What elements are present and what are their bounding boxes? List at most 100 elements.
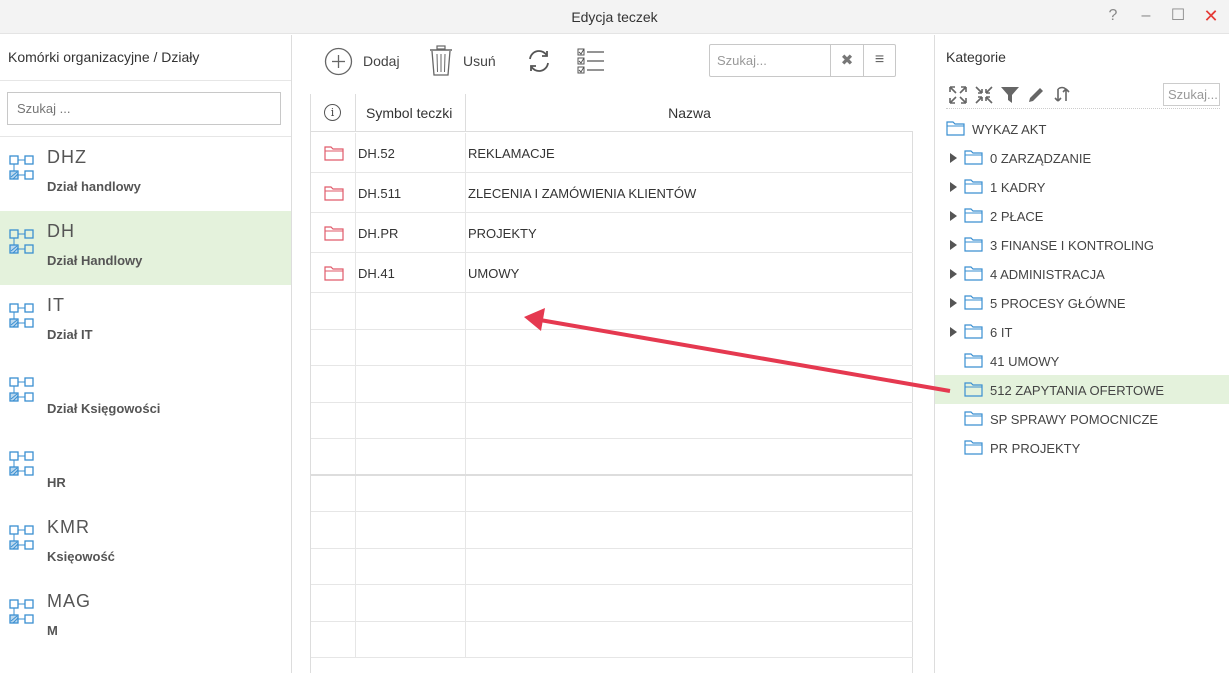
folder-symbol-cell: DH.PR <box>356 213 466 252</box>
categories-header: Kategorie <box>946 49 1006 65</box>
expand-arrow-icon[interactable] <box>950 269 957 279</box>
search-menu-button[interactable]: ≡ <box>863 45 895 76</box>
sync-icon[interactable] <box>1052 85 1072 105</box>
org-unit-code: IT <box>47 295 65 315</box>
column-header-name[interactable]: Nazwa <box>466 94 913 132</box>
table-row[interactable]: DH.41 UMOWY <box>311 253 913 293</box>
folder-icon <box>964 179 983 197</box>
table-row[interactable]: DH.52 REKLAMACJE <box>311 133 913 173</box>
empty-table-row <box>311 402 913 439</box>
plus-circle-icon <box>324 47 353 75</box>
category-label: 4 ADMINISTRACJA <box>990 267 1105 282</box>
column-header-symbol[interactable]: Symbol teczki <box>356 94 466 132</box>
category-tree-node[interactable]: 41 UMOWY <box>935 346 1229 375</box>
category-tree-node[interactable]: SP SPRAWY POMOCNICZE <box>935 404 1229 433</box>
categories-search-input[interactable]: Szukaj... <box>1163 83 1220 106</box>
org-structure-icon <box>9 377 35 403</box>
clear-search-button[interactable]: ✖ <box>830 45 863 76</box>
category-label: 512 ZAPYTANIA OFERTOWE <box>990 383 1165 398</box>
org-unit-name: Dział Księgowości <box>47 401 161 416</box>
org-unit-item[interactable]: Dział Księgowości <box>0 359 291 433</box>
add-button-label: Dodaj <box>363 53 400 69</box>
expand-arrow-icon[interactable] <box>950 298 957 308</box>
expand-arrow-icon[interactable] <box>950 327 957 337</box>
app-window: Edycja teczek ? – ☐ ✕ Komórki organizacy… <box>0 0 1229 673</box>
collapse-all-icon[interactable] <box>974 85 994 105</box>
org-structure-icon <box>9 525 35 551</box>
folder-name-cell: PROJEKTY <box>468 226 537 241</box>
org-search-input[interactable] <box>7 92 281 125</box>
checklist-icon <box>577 48 604 74</box>
org-structure-icon <box>9 229 35 255</box>
maximize-button[interactable]: ☐ <box>1167 6 1189 28</box>
org-unit-item[interactable]: DH Dział Handlowy <box>0 211 291 285</box>
category-tree-node[interactable]: WYKAZ AKT <box>935 114 1229 143</box>
folders-toolbar: Dodaj Usuń Szukaj... ✖ ≡ <box>293 35 934 91</box>
category-tree-node[interactable]: 2 PŁACE <box>935 201 1229 230</box>
minimize-button[interactable]: – <box>1135 6 1157 28</box>
org-unit-item[interactable]: DHZ Dział handlowy <box>0 137 291 211</box>
folder-symbol-cell: DH.52 <box>356 133 466 172</box>
category-label: 2 PŁACE <box>990 209 1044 224</box>
org-unit-code: DH <box>47 221 75 241</box>
category-tree-node[interactable]: PR PROJEKTY <box>935 433 1229 462</box>
categories-panel: Kategorie Szukaj... WYKAZ AKT 0 ZARZĄDZAN… <box>934 35 1229 673</box>
org-units-list: DHZ Dział handlowy DH Dział Handlowy IT Dział… <box>0 137 291 655</box>
category-label: 5 PROCESY GŁÓWNE <box>990 296 1126 311</box>
org-structure-icon <box>9 599 35 625</box>
empty-table-row <box>311 329 913 366</box>
folder-name-cell: REKLAMACJE <box>468 146 555 161</box>
expand-all-icon[interactable] <box>948 85 968 105</box>
expand-arrow-icon[interactable] <box>950 240 957 250</box>
org-unit-item[interactable]: HR <box>0 433 291 507</box>
empty-table-row <box>311 585 913 622</box>
expand-arrow-icon[interactable] <box>950 153 957 163</box>
add-button[interactable]: Dodaj <box>324 44 400 78</box>
category-tree-node[interactable]: 0 ZARZĄDZANIE <box>935 143 1229 172</box>
categories-divider <box>946 108 1220 109</box>
folders-search-input[interactable]: Szukaj... <box>717 53 767 68</box>
org-unit-name: Dział Handlowy <box>47 253 143 268</box>
folder-icon <box>324 225 344 246</box>
org-structure-icon <box>9 155 35 181</box>
org-unit-item[interactable]: IT Dział IT <box>0 285 291 359</box>
folder-icon <box>964 266 983 284</box>
info-column-header[interactable]: i <box>311 94 356 132</box>
category-tree-node[interactable]: 512 ZAPYTANIA OFERTOWE <box>935 375 1229 404</box>
folders-panel: Dodaj Usuń Szukaj... ✖ ≡ i Symbol teczki… <box>293 35 934 673</box>
category-tree-node[interactable]: 1 KADRY <box>935 172 1229 201</box>
table-row[interactable]: DH.511 ZLECENIA I ZAMÓWIENIA KLIENTÓW <box>311 173 913 213</box>
category-tree-node[interactable]: 3 FINANSE I KONTROLING <box>935 230 1229 259</box>
category-tree-node[interactable]: 6 IT <box>935 317 1229 346</box>
category-label: 0 ZARZĄDZANIE <box>990 151 1092 166</box>
filter-icon[interactable] <box>1000 85 1020 105</box>
org-unit-item[interactable]: MAG M <box>0 581 291 655</box>
delete-button-label: Usuń <box>463 53 496 69</box>
close-button[interactable]: ✕ <box>1200 6 1222 28</box>
info-icon: i <box>324 104 341 121</box>
refresh-button[interactable] <box>526 44 552 78</box>
folder-icon <box>324 185 344 206</box>
category-tree-node[interactable]: 4 ADMINISTRACJA <box>935 259 1229 288</box>
org-units-panel: Komórki organizacyjne / Działy DHZ Dział … <box>0 35 292 673</box>
table-row[interactable]: DH.PR PROJEKTY <box>311 213 913 253</box>
expand-arrow-icon[interactable] <box>950 211 957 221</box>
org-unit-name: HR <box>47 475 66 490</box>
expand-arrow-icon[interactable] <box>950 182 957 192</box>
category-label: PR PROJEKTY <box>990 441 1081 456</box>
folder-icon <box>964 382 983 400</box>
org-structure-icon <box>9 303 35 329</box>
folders-search: Szukaj... ✖ ≡ <box>709 44 896 77</box>
folder-symbol-cell: DH.511 <box>356 173 466 212</box>
category-label: 3 FINANSE I KONTROLING <box>990 238 1154 253</box>
refresh-icon <box>529 50 549 72</box>
edit-pencil-icon[interactable] <box>1026 85 1046 105</box>
org-unit-name: Dział handlowy <box>47 179 141 194</box>
empty-table-row <box>311 439 913 476</box>
category-label: SP SPRAWY POMOCNICZE <box>990 412 1159 427</box>
org-unit-item[interactable]: KMR Księowość <box>0 507 291 581</box>
checklist-button[interactable] <box>576 44 606 78</box>
category-tree-node[interactable]: 5 PROCESY GŁÓWNE <box>935 288 1229 317</box>
delete-button[interactable]: Usuń <box>429 44 496 78</box>
help-button[interactable]: ? <box>1102 6 1124 28</box>
